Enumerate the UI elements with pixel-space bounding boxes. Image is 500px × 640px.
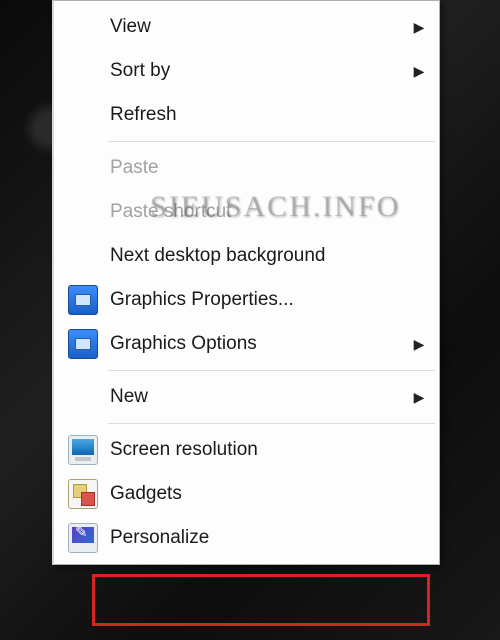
menu-item-label: Gadgets	[110, 483, 401, 505]
menu-separator	[108, 370, 435, 371]
submenu-arrow-icon: ▶	[401, 336, 437, 353]
menu-item-screen-resolution[interactable]: Screen resolution	[56, 428, 437, 472]
menu-item-label: Paste shortcut	[110, 201, 401, 223]
menu-separator	[108, 141, 435, 142]
menu-item-sort-by[interactable]: Sort by ▶	[56, 49, 437, 93]
submenu-arrow-icon: ▶	[401, 63, 437, 80]
submenu-arrow-icon: ▶	[401, 19, 437, 36]
submenu-arrow-icon: ▶	[401, 389, 437, 406]
menu-separator	[108, 423, 435, 424]
menu-item-gadgets[interactable]: Gadgets	[56, 472, 437, 516]
screen-resolution-icon	[56, 435, 110, 465]
menu-item-label: Graphics Properties...	[110, 289, 401, 311]
menu-item-label: New	[110, 386, 401, 408]
menu-item-next-desktop-background[interactable]: Next desktop background	[56, 234, 437, 278]
menu-item-paste-shortcut: Paste shortcut	[56, 190, 437, 234]
menu-item-label: View	[110, 16, 401, 38]
desktop-context-menu: View ▶ Sort by ▶ Refresh Paste Paste sho…	[52, 0, 440, 565]
menu-item-graphics-options[interactable]: Graphics Options ▶	[56, 322, 437, 366]
menu-item-graphics-properties[interactable]: Graphics Properties...	[56, 278, 437, 322]
menu-item-new[interactable]: New ▶	[56, 375, 437, 419]
graphics-icon	[56, 285, 110, 315]
graphics-icon	[56, 329, 110, 359]
menu-item-label: Screen resolution	[110, 439, 401, 461]
menu-item-label: Refresh	[110, 104, 401, 126]
menu-item-view[interactable]: View ▶	[56, 5, 437, 49]
menu-item-refresh[interactable]: Refresh	[56, 93, 437, 137]
menu-item-paste: Paste	[56, 146, 437, 190]
menu-item-label: Next desktop background	[110, 245, 401, 267]
gadgets-icon	[56, 479, 110, 509]
personalize-icon	[56, 523, 110, 553]
menu-item-label: Sort by	[110, 60, 401, 82]
menu-item-label: Paste	[110, 157, 401, 179]
menu-item-label: Personalize	[110, 527, 401, 549]
menu-item-label: Graphics Options	[110, 333, 401, 355]
menu-item-personalize[interactable]: Personalize	[56, 516, 437, 560]
